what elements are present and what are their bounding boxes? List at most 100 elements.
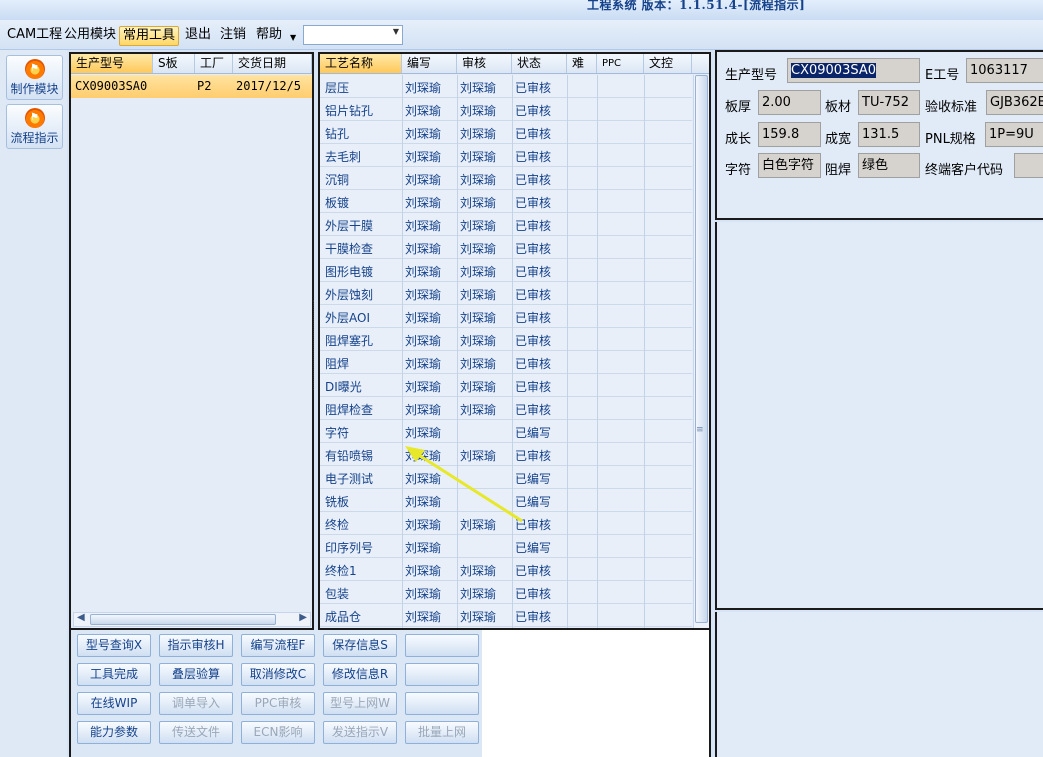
toolbar-button-8[interactable]: 修改信息R: [323, 663, 397, 686]
cell-status: 已审核: [515, 288, 552, 302]
toolbar-button-6[interactable]: 叠层验算: [159, 663, 233, 686]
cell-reviewer: 刘琛瑜: [460, 265, 497, 279]
col-reviewer[interactable]: 审核: [457, 54, 512, 73]
toolbar-button-1[interactable]: 指示审核H: [159, 634, 233, 657]
customer-field[interactable]: [1014, 153, 1043, 178]
cell-status: 已审核: [515, 104, 552, 118]
table-row[interactable]: 层压 刘琛瑜 刘琛瑜 已审核: [320, 75, 692, 98]
width-label: 成宽: [825, 132, 852, 147]
material-field[interactable]: TU-752: [858, 90, 920, 115]
menu-common-modules[interactable]: 公用模块: [61, 26, 119, 46]
scroll-right-icon[interactable]: ▶: [299, 612, 307, 623]
horizontal-scrollbar[interactable]: ◀ ▶: [73, 612, 311, 627]
col-process-name[interactable]: 工艺名称: [320, 54, 402, 73]
table-row[interactable]: 阻焊检查 刘琛瑜 刘琛瑜 已审核: [320, 397, 692, 420]
table-row[interactable]: 干膜检查 刘琛瑜 刘琛瑜 已审核: [320, 236, 692, 259]
pnl-label: PNL规格: [925, 132, 976, 147]
chevron-down-icon[interactable]: ▼: [393, 27, 399, 36]
menu-logout[interactable]: 注销: [217, 26, 249, 46]
toolbar-button-3[interactable]: 保存信息S: [323, 634, 397, 657]
scroll-thumb[interactable]: [90, 614, 276, 625]
toolbar-button-19[interactable]: 批量上网: [405, 721, 479, 744]
table-row[interactable]: 沉铜 刘琛瑜 刘琛瑜 已审核: [320, 167, 692, 190]
toolbar-button-17[interactable]: ECN影响: [241, 721, 315, 744]
table-row[interactable]: 成品仓 刘琛瑜 刘琛瑜 已审核: [320, 604, 692, 627]
cell-author: 刘琛瑜: [405, 380, 442, 394]
cell-author: 刘琛瑜: [405, 587, 442, 601]
menu-combo-box[interactable]: ▼: [303, 25, 403, 45]
table-row[interactable]: 电子测试 刘琛瑜 已编写: [320, 466, 692, 489]
table-row[interactable]: 板镀 刘琛瑜 刘琛瑜 已审核: [320, 190, 692, 213]
table-row[interactable]: 图形电镀 刘琛瑜 刘琛瑜 已审核: [320, 259, 692, 282]
table-row[interactable]: 去毛刺 刘琛瑜 刘琛瑜 已审核: [320, 144, 692, 167]
col-doc-control[interactable]: 文控: [644, 54, 692, 73]
table-row[interactable]: 外层AOI 刘琛瑜 刘琛瑜 已审核: [320, 305, 692, 328]
toolbar-button-10[interactable]: 在线WIP: [77, 692, 151, 715]
thickness-label: 板厚: [725, 100, 752, 115]
table-row[interactable]: 终检1 刘琛瑜 刘琛瑜 已审核: [320, 558, 692, 581]
col-difficulty[interactable]: 难: [567, 54, 597, 73]
table-row[interactable]: CX09003SA0 P2 2017/12/5: [71, 75, 312, 98]
toolbar-button-13[interactable]: 型号上网W: [323, 692, 397, 715]
table-row[interactable]: 外层蚀刻 刘琛瑜 刘琛瑜 已审核: [320, 282, 692, 305]
col-s-board[interactable]: S板: [153, 54, 195, 73]
table-row[interactable]: 阻焊塞孔 刘琛瑜 刘琛瑜 已审核: [320, 328, 692, 351]
table-row[interactable]: 铣板 刘琛瑜 已编写: [320, 489, 692, 512]
model-field[interactable]: CX09003SA0: [787, 58, 920, 83]
table-row[interactable]: 有铅喷锡 刘琛瑜 刘琛瑜 已审核: [320, 443, 692, 466]
help-dropdown-icon[interactable]: ▼: [287, 29, 299, 49]
cell-author: 刘琛瑜: [405, 357, 442, 371]
toolbar-button-14[interactable]: [405, 692, 479, 715]
standard-field[interactable]: GJB362B: [986, 90, 1043, 115]
vertical-scrollbar[interactable]: ▲ ≡: [693, 73, 709, 628]
toolbar-button-4[interactable]: [405, 634, 479, 657]
toolbar-button-18[interactable]: 发送指示V: [323, 721, 397, 744]
table-row[interactable]: 包装 刘琛瑜 刘琛瑜 已审核: [320, 581, 692, 604]
menu-help[interactable]: 帮助: [253, 26, 285, 46]
pnl-field[interactable]: 1P=9U: [985, 122, 1043, 147]
toolbar-button-7[interactable]: 取消修改C: [241, 663, 315, 686]
e-number-field[interactable]: 1063117: [966, 58, 1043, 83]
panel-splitter[interactable]: [313, 300, 317, 390]
cell-reviewer: 刘琛瑜: [460, 81, 497, 95]
col-ppc[interactable]: PPC: [597, 54, 644, 73]
table-row[interactable]: 阻焊 刘琛瑜 刘琛瑜 已审核: [320, 351, 692, 374]
toolbar-button-16[interactable]: 传送文件: [159, 721, 233, 744]
menu-bar: CAM工程 公用模块 常用工具 退出 注销 帮助 ▼: [0, 20, 1043, 50]
toolbar-button-15[interactable]: 能力参数: [77, 721, 151, 744]
col-model[interactable]: 生产型号: [71, 54, 153, 73]
cell-author: 刘琛瑜: [405, 196, 442, 210]
nav-make-module[interactable]: ⚑ 制作模块: [6, 55, 63, 100]
col-author[interactable]: 编写: [402, 54, 457, 73]
nav-flow-indicate[interactable]: ⚑ 流程指示: [6, 104, 63, 149]
col-factory[interactable]: 工厂: [195, 54, 233, 73]
table-row[interactable]: DI曝光 刘琛瑜 刘琛瑜 已审核: [320, 374, 692, 397]
toolbar-button-11[interactable]: 调单导入: [159, 692, 233, 715]
table-row[interactable]: 印序列号 刘琛瑜 已编写: [320, 535, 692, 558]
thickness-field[interactable]: 2.00: [758, 90, 821, 115]
scroll-left-icon[interactable]: ◀: [77, 612, 85, 623]
scroll-thumb[interactable]: [695, 75, 708, 623]
toolbar-button-5[interactable]: 工具完成: [77, 663, 151, 686]
width-field[interactable]: 131.5: [858, 122, 920, 147]
table-row[interactable]: 钻孔 刘琛瑜 刘琛瑜 已审核: [320, 121, 692, 144]
menu-common-tools[interactable]: 常用工具: [119, 26, 180, 46]
toolbar-button-12[interactable]: PPC审核: [241, 692, 315, 715]
cell-reviewer: 刘琛瑜: [460, 150, 497, 164]
menu-exit[interactable]: 退出: [182, 26, 214, 46]
table-row[interactable]: 外层干膜 刘琛瑜 刘琛瑜 已审核: [320, 213, 692, 236]
menu-cam[interactable]: CAM工程: [4, 26, 65, 46]
col-status[interactable]: 状态: [512, 54, 567, 73]
toolbar-button-9[interactable]: [405, 663, 479, 686]
cell-process-name: 板镀: [325, 196, 350, 210]
char-field[interactable]: 白色字符: [758, 153, 821, 178]
table-row[interactable]: 铝片钻孔 刘琛瑜 刘琛瑜 已审核: [320, 98, 692, 121]
toolbar-button-0[interactable]: 型号查询X: [77, 634, 151, 657]
table-row[interactable]: 字符 刘琛瑜 已编写: [320, 420, 692, 443]
mask-field[interactable]: 绿色: [858, 153, 920, 178]
col-delivery-date[interactable]: 交货日期: [233, 54, 312, 73]
length-field[interactable]: 159.8: [758, 122, 821, 147]
toolbar-button-2[interactable]: 编写流程F: [241, 634, 315, 657]
e-number-label: E工号: [925, 68, 960, 83]
table-row[interactable]: 终检 刘琛瑜 刘琛瑜 已审核: [320, 512, 692, 535]
